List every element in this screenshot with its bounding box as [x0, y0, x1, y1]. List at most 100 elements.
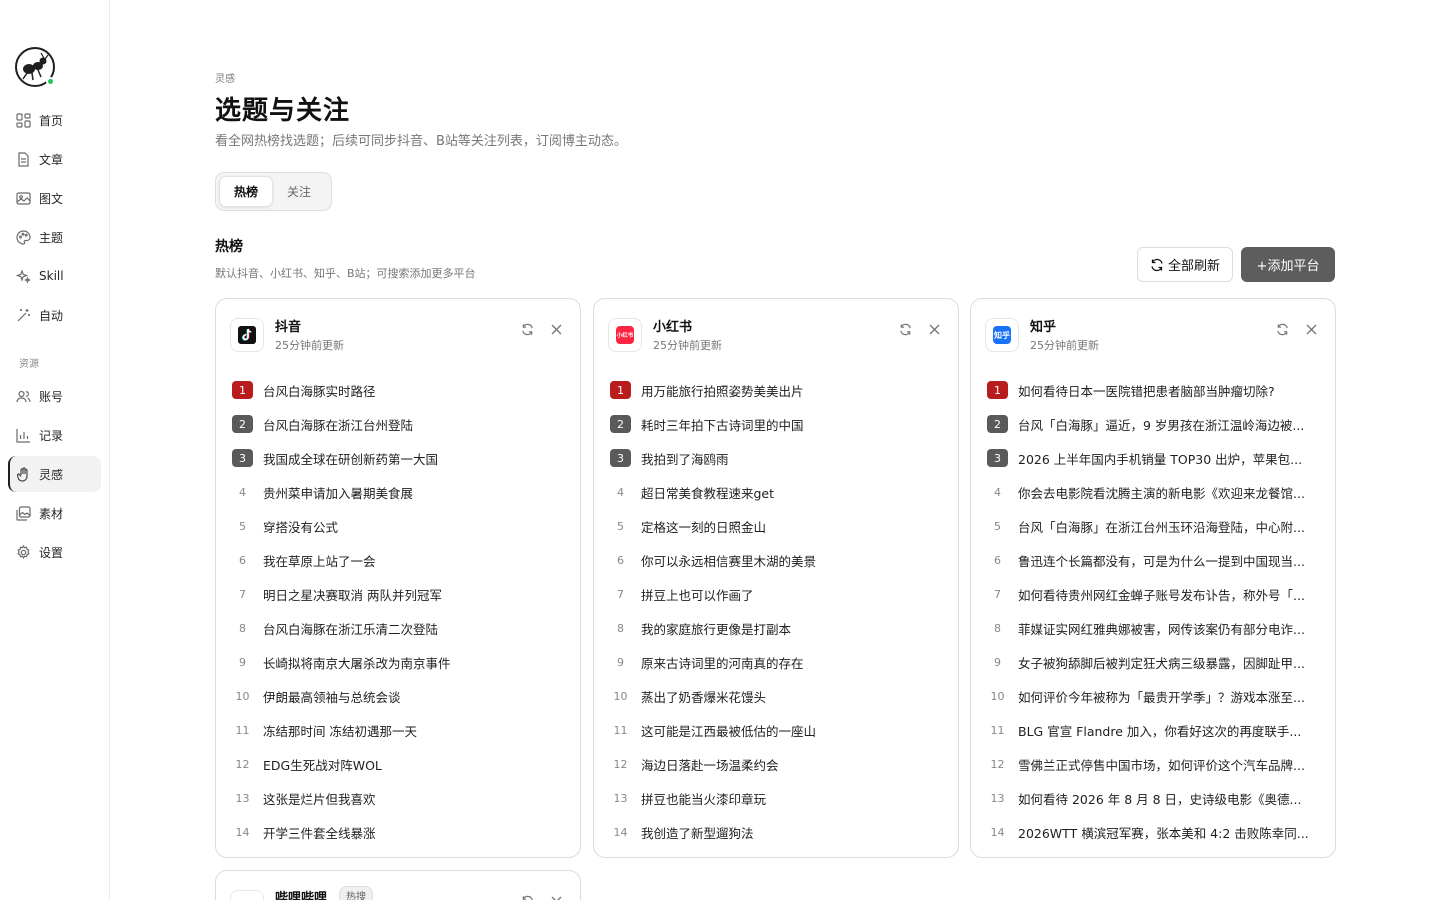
nav-image-text[interactable]: 图文 — [8, 180, 101, 216]
hot-list-item[interactable]: 8 菲媒证实网红雅典娜被害，网传该案仍有部分电诈... — [987, 611, 1321, 645]
hot-list-item[interactable]: 4 你会去电影院看沈腾主演的新电影《欢迎来龙餐馆... — [987, 475, 1321, 509]
nav-label: 账号 — [39, 389, 64, 404]
hot-list-item[interactable]: 14 我创造了新型遛狗法 — [610, 815, 944, 849]
hot-list-item[interactable]: 10 伊朗最高领袖与总统会谈 — [232, 679, 566, 713]
hot-list-item[interactable]: 8 台风白海豚在浙江乐清二次登陆 — [232, 611, 566, 645]
rank-number: 13 — [613, 791, 628, 805]
hot-list-item[interactable]: 6 鲁迅连个长篇都没有，可是为什么一提到中国现当... — [987, 543, 1321, 577]
refresh-icon[interactable] — [520, 894, 535, 900]
hot-list-item[interactable]: 12 海边日落赴一场温柔约会 — [610, 747, 944, 781]
nav-home[interactable]: 首页 — [8, 102, 101, 138]
refresh-icon[interactable] — [898, 322, 913, 337]
hot-list-item[interactable]: 5 定格这一刻的日照金山 — [610, 509, 944, 543]
hot-list-item[interactable]: 9 长崎拟将南京大屠杀改为南京事件 — [232, 645, 566, 679]
nav-auto[interactable]: 自动 — [8, 297, 101, 333]
hot-list-item[interactable]: 9 原来古诗词里的河南真的存在 — [610, 645, 944, 679]
hot-list-item[interactable]: 14 开学三件套全线暴涨 — [232, 815, 566, 849]
item-title: 长崎拟将南京大屠杀改为南京事件 — [263, 655, 451, 671]
item-title: 蒸出了奶香爆米花馒头 — [641, 689, 767, 705]
hot-list-item[interactable]: 3 我国成全球在研创新药第一大国 — [232, 441, 566, 475]
rank-number: 14 — [613, 825, 628, 839]
nav-settings[interactable]: 设置 — [8, 534, 101, 570]
tab-following[interactable]: 关注 — [273, 176, 325, 207]
hot-list-item[interactable]: 5 穿搭没有公式 — [232, 509, 566, 543]
hot-list-item[interactable]: 11 这可能是江西最被低估的一座山 — [610, 713, 944, 747]
hot-list-item[interactable]: 14 2026WTT 横滨冠军赛，张本美和 4:2 击败陈幸同... — [987, 815, 1321, 849]
close-icon[interactable] — [549, 894, 564, 900]
tab-hot-list[interactable]: 热榜 — [219, 176, 274, 207]
hot-list-item[interactable]: 1 用万能旅行拍照姿势美美出片 — [610, 373, 944, 407]
hot-list-item[interactable]: 5 台风「白海豚」在浙江台州玉环沿海登陆，中心附... — [987, 509, 1321, 543]
nav-materials[interactable]: 素材 — [8, 495, 101, 531]
hot-list-item[interactable]: 13 拼豆也能当火漆印章玩 — [610, 781, 944, 815]
app-logo[interactable] — [15, 47, 55, 87]
item-title: 明日之星决赛取消 两队并列冠军 — [263, 587, 442, 603]
rank-number: 1 — [232, 381, 253, 399]
item-title: 我拍到了海鸥雨 — [641, 451, 729, 467]
rank-number: 9 — [994, 655, 1001, 669]
rank-number: 7 — [994, 587, 1001, 601]
hot-list-item[interactable]: 9 女子被狗舔脚后被判定狂犬病三级暴露，因脚趾甲... — [987, 645, 1321, 679]
hot-list-item[interactable]: 10 蒸出了奶香爆米花馒头 — [610, 679, 944, 713]
hot-list-item[interactable]: 6 我在草原上站了一会 — [232, 543, 566, 577]
hot-list-item[interactable]: 2 台风「白海豚」逼近，9 岁男孩在浙江温岭海边被... — [987, 407, 1321, 441]
item-title: 2026WTT 横滨冠军赛，张本美和 4:2 击败陈幸同... — [1018, 825, 1309, 841]
add-platform-button[interactable]: +添加平台 — [1241, 247, 1335, 282]
nav-themes[interactable]: 主题 — [8, 219, 101, 255]
item-title: 定格这一刻的日照金山 — [641, 519, 767, 535]
hot-list-item[interactable]: 10 如何评价今年被称为「最贵开学季」？游戏本涨至... — [987, 679, 1321, 713]
close-icon[interactable] — [927, 322, 942, 337]
hot-list-item[interactable]: 11 BLG 官宣 Flandre 加入，你看好这次的再度联手... — [987, 713, 1321, 747]
hot-list-item[interactable]: 13 如何看待 2026 年 8 月 8 日，史诗级电影《奥德... — [987, 781, 1321, 815]
rank-number: 9 — [239, 655, 246, 669]
item-title: 台风白海豚实时路径 — [263, 383, 376, 399]
platform-card-xiaohongshu: 小红书 小红书 25分钟前更新 1 用万能旅行拍照姿势美美出片 2 耗时三年拍下古诗词… — [593, 298, 959, 858]
hot-list-item[interactable]: 12 雪佛兰正式停售中国市场，如何评价这个汽车品牌... — [987, 747, 1321, 781]
hot-list-item[interactable]: 3 2026 上半年国内手机销量 TOP30 出炉，苹果包... — [987, 441, 1321, 475]
nav-skill[interactable]: Skill — [8, 258, 101, 294]
refresh-all-button[interactable]: 全部刷新 — [1137, 247, 1233, 282]
section-title: 热榜 — [215, 239, 243, 255]
page-title: 选题与关注 — [215, 96, 351, 126]
item-title: 开学三件套全线暴涨 — [263, 825, 376, 841]
nav-records[interactable]: 记录 — [8, 417, 101, 453]
hot-list-item[interactable]: 7 明日之星决赛取消 两队并列冠军 — [232, 577, 566, 611]
hot-list-item[interactable]: 3 我拍到了海鸥雨 — [610, 441, 944, 475]
image-icon — [15, 190, 31, 206]
close-icon[interactable] — [549, 322, 564, 337]
platform-card-douyin: 抖音 25分钟前更新 1 台风白海豚实时路径 2 台风白海豚在浙江台州登陆 3 我国成全球… — [215, 298, 581, 858]
rank-number: 6 — [617, 553, 624, 567]
rank-number: 13 — [990, 791, 1005, 805]
close-icon[interactable] — [1304, 322, 1319, 337]
item-title: 台风白海豚在浙江乐清二次登陆 — [263, 621, 439, 637]
rank-number: 8 — [617, 621, 624, 635]
hot-list-item[interactable]: 4 超日常美食教程速来get — [610, 475, 944, 509]
hot-list-item[interactable]: 13 这张是烂片但我喜欢 — [232, 781, 566, 815]
hot-list-item[interactable]: 8 我的家庭旅行更像是打副本 — [610, 611, 944, 645]
hot-list-item[interactable]: 7 如何看待贵州网红金蝉子账号发布讣告，称外号「... — [987, 577, 1321, 611]
nav-inspiration[interactable]: 灵感 — [8, 456, 101, 492]
nav-label: 首页 — [39, 113, 64, 128]
hot-list-item[interactable]: 12 EDG生死战对阵WOL — [232, 747, 566, 781]
hot-list-item[interactable]: 1 如何看待日本一医院错把患者脑部当肿瘤切除? — [987, 373, 1321, 407]
refresh-icon[interactable] — [520, 322, 535, 337]
item-title: 耗时三年拍下古诗词里的中国 — [641, 417, 804, 433]
nav-label: 文章 — [39, 152, 64, 167]
item-title: 这可能是江西最被低估的一座山 — [641, 723, 817, 739]
hot-list-item[interactable]: 2 台风白海豚在浙江台州登陆 — [232, 407, 566, 441]
rank-number: 11 — [613, 723, 628, 737]
hot-list-item[interactable]: 7 拼豆上也可以作画了 — [610, 577, 944, 611]
nav-accounts[interactable]: 账号 — [8, 378, 101, 414]
nav-articles[interactable]: 文章 — [8, 141, 101, 177]
hot-list-item[interactable]: 1 台风白海豚实时路径 — [232, 373, 566, 407]
hot-list-item[interactable]: 2 耗时三年拍下古诗词里的中国 — [610, 407, 944, 441]
rank-number: 5 — [617, 519, 624, 533]
page-description: 看全网热榜找选题；后续可同步抖音、B站等关注列表，订阅博主动态。 — [215, 134, 627, 149]
platform-card-zhihu: 知乎 知乎 25分钟前更新 1 如何看待日本一医院错把患者脑部当肿瘤切除? 2 台风「… — [970, 298, 1336, 858]
hot-list-item[interactable]: 4 贵州菜申请加入暑期美食展 — [232, 475, 566, 509]
hot-list-item[interactable]: 11 冻结那时间 冻结初遇那一天 — [232, 713, 566, 747]
hot-list-item[interactable]: 6 你可以永远相信赛里木湖的美景 — [610, 543, 944, 577]
refresh-icon[interactable] — [1275, 322, 1290, 337]
item-title: 如何评价今年被称为「最贵开学季」？游戏本涨至... — [1018, 689, 1305, 705]
rank-number: 12 — [990, 757, 1005, 771]
